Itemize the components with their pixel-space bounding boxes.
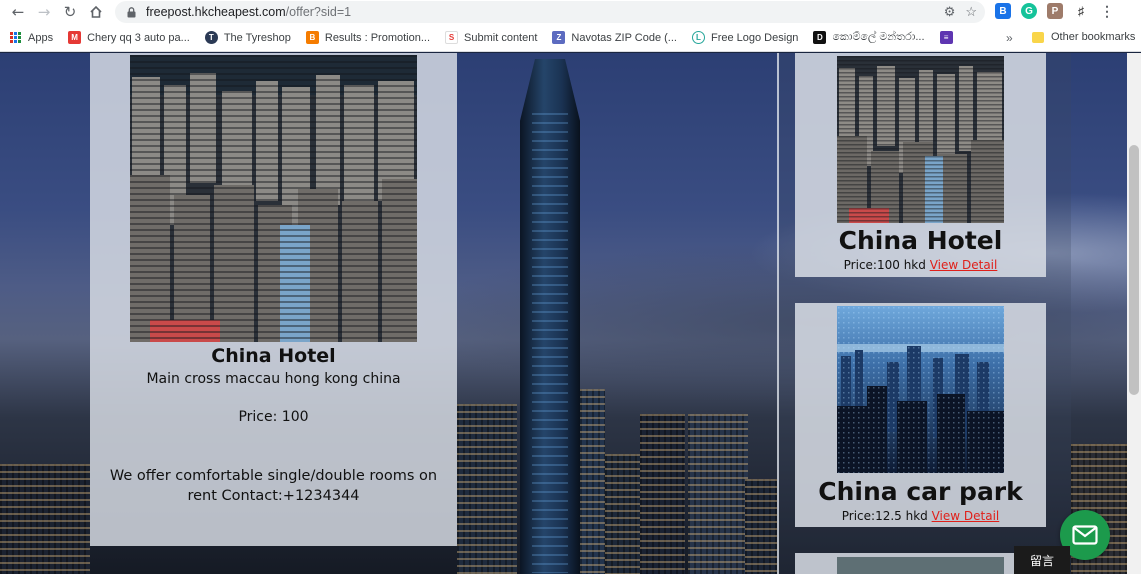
side-listing-price: Price:100 hkd View Detail xyxy=(795,258,1046,272)
bookmark-purple[interactable]: ≡ xyxy=(939,31,959,44)
hotel-thumbnail[interactable] xyxy=(837,56,1004,223)
scrollbar[interactable] xyxy=(1127,53,1141,574)
other-bookmarks[interactable]: Other bookmarks xyxy=(1032,31,1135,43)
side-listing-title: China Hotel xyxy=(838,226,1003,255)
skyline-building xyxy=(745,479,777,574)
listing-description: We offer comfortable single/double rooms… xyxy=(109,468,438,504)
swirl-icon: S xyxy=(445,31,459,44)
column-divider xyxy=(777,53,779,574)
side-listing-card xyxy=(795,553,1046,574)
home-icon[interactable] xyxy=(83,0,109,24)
skyline-building xyxy=(605,454,645,574)
globe-icon: T xyxy=(204,31,218,44)
bookmark-label: Results : Promotion... xyxy=(324,31,431,44)
bookmark-chery[interactable]: M Chery qq 3 auto pa... xyxy=(68,31,190,44)
bookmarks-bar: Apps M Chery qq 3 auto pa... T The Tyres… xyxy=(0,24,1141,52)
bookmark-label: Navotas ZIP Code (... xyxy=(571,31,677,44)
extension-3-icon[interactable]: P xyxy=(1047,3,1063,19)
address-bar[interactable]: freepost.hkcheapest.com/offer?sid=1 ⚙ ☆ xyxy=(115,1,985,23)
bookmark-submit[interactable]: S Submit content xyxy=(445,31,537,44)
menu-kebab-icon[interactable]: ⋮ xyxy=(1099,3,1115,19)
chat-label[interactable]: 留言 xyxy=(1014,546,1070,574)
bookmark-navotas[interactable]: Z Navotas ZIP Code (... xyxy=(552,31,677,44)
url-host: freepost.hkcheapest.com xyxy=(146,5,286,19)
skyline-building xyxy=(640,414,685,574)
bookmark-label: Chery qq 3 auto pa... xyxy=(87,31,190,44)
view-detail-link[interactable]: View Detail xyxy=(932,509,1000,523)
back-arrow-icon[interactable]: ← xyxy=(5,0,31,24)
apps-grid-icon xyxy=(10,32,21,43)
bookmark-tyreshop[interactable]: T The Tyreshop xyxy=(204,31,291,44)
skyline-building xyxy=(457,404,517,574)
side-listing-card: China Hotel Price:100 hkd View Detail xyxy=(795,53,1046,277)
bookmark-label: Submit content xyxy=(464,31,538,44)
chery-logo-icon: M xyxy=(68,31,82,44)
main-listing-card: China Hotel Main cross maccau hong kong … xyxy=(90,53,457,546)
bookmark-label: The Tyreshop xyxy=(223,31,291,44)
side-listing-card: China car park Price:12.5 hkd View Detai… xyxy=(795,303,1046,527)
skyline-building xyxy=(0,464,90,574)
page-content: China Hotel Main cross maccau hong kong … xyxy=(0,53,1141,574)
side-listing-thumbnail[interactable] xyxy=(837,557,1004,574)
side-price-text: Price:100 hkd xyxy=(843,258,926,272)
browser-toolbar: ← → ↻ freepost.hkcheapest.com/offer?sid=… xyxy=(0,0,1141,24)
bookmark-sinhala[interactable]: D කොම්ලේ මන්තරා... xyxy=(813,31,925,44)
other-bookmarks-label: Other bookmarks xyxy=(1051,31,1136,43)
tower-window-lines xyxy=(532,113,568,573)
list-icon: ≡ xyxy=(939,31,953,44)
listing-address: Main cross maccau hong kong china xyxy=(146,371,401,387)
url-path: /offer?sid=1 xyxy=(285,5,352,19)
scrollbar-thumb[interactable] xyxy=(1129,145,1139,395)
bookmark-results[interactable]: B Results : Promotion... xyxy=(305,31,431,44)
listing-title: China Hotel xyxy=(211,345,336,367)
folder-icon xyxy=(1032,31,1044,43)
forward-arrow-icon[interactable]: → xyxy=(31,0,57,24)
bookmark-apps[interactable]: Apps xyxy=(10,32,53,44)
side-listing-title: China car park xyxy=(818,477,1023,506)
more-bookmarks-chevron-icon[interactable]: » xyxy=(1006,31,1013,45)
view-detail-link[interactable]: View Detail xyxy=(930,258,998,272)
listing-price: Price: 100 xyxy=(238,409,309,425)
translate-icon[interactable]: ⚙ xyxy=(944,4,956,20)
blogger-icon: B xyxy=(305,31,319,44)
bookmark-label: කොම්ලේ මන්තරා... xyxy=(832,31,925,43)
reload-icon[interactable]: ↻ xyxy=(57,0,83,24)
bookmark-star-icon[interactable]: ☆ xyxy=(965,4,977,20)
bookmark-free-logo[interactable]: L Free Logo Design xyxy=(691,31,799,44)
extension-1-icon[interactable]: B xyxy=(995,3,1011,19)
skyline-building xyxy=(688,414,748,574)
dark-square-icon: D xyxy=(813,31,827,44)
extensions-icon[interactable]: ♯ xyxy=(1073,3,1089,19)
grammarly-icon[interactable]: G xyxy=(1021,3,1037,19)
side-listing-price: Price:12.5 hkd View Detail xyxy=(795,509,1046,523)
logo-maker-icon: L xyxy=(691,31,705,44)
hotel-photo[interactable] xyxy=(130,55,417,342)
zip-icon: Z xyxy=(552,31,566,44)
side-price-text: Price:12.5 hkd xyxy=(841,509,928,523)
bookmark-label: Apps xyxy=(28,31,54,44)
car-park-thumbnail[interactable] xyxy=(837,306,1004,473)
lock-icon xyxy=(127,6,136,17)
mail-icon xyxy=(1072,525,1098,545)
bookmark-label: Free Logo Design xyxy=(710,31,799,44)
